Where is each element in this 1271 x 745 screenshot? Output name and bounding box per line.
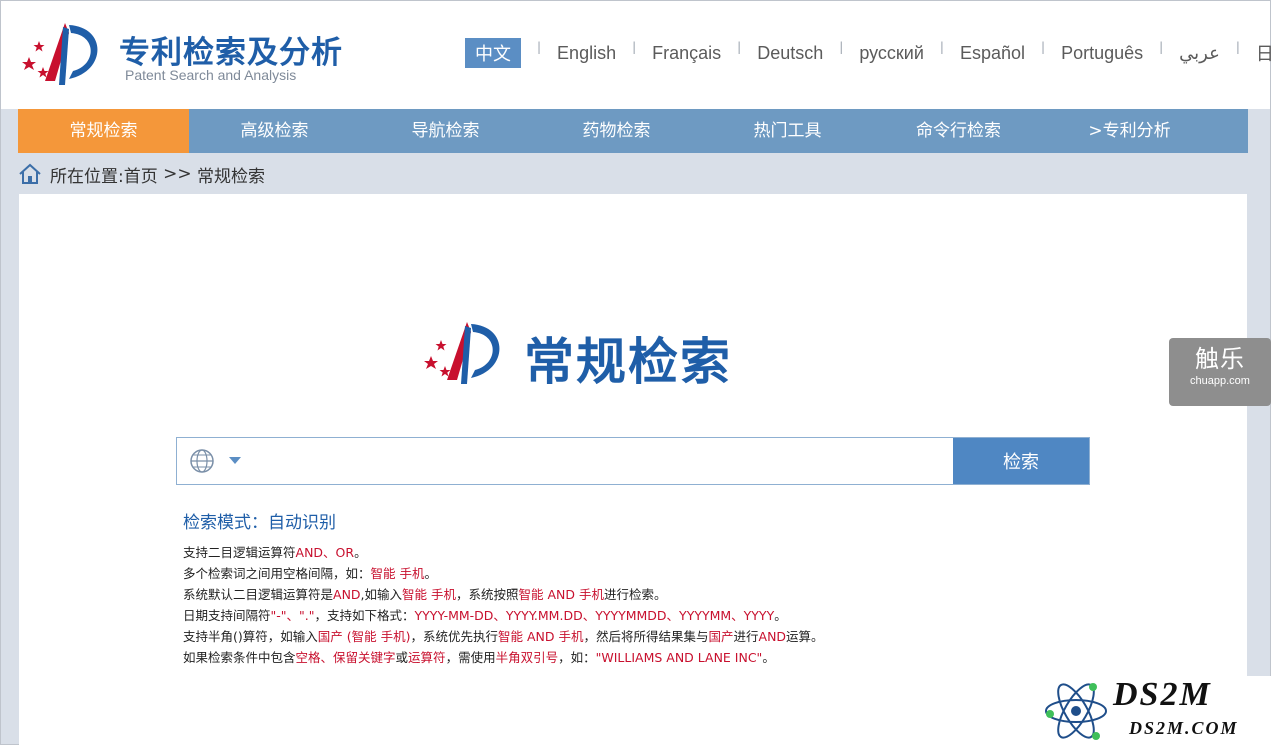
- language-switcher: 中文 | English | Français | Deutsch | русс…: [465, 38, 1271, 68]
- lang-zh[interactable]: 中文: [465, 38, 521, 68]
- breadcrumb-prefix: 所在位置:: [50, 166, 124, 187]
- nav-tab-advanced-search[interactable]: 高级检索: [189, 109, 360, 153]
- main-panel: 常规检索 检索 检索模式：自动识别 支持二目逻辑运算符AND、OR。 多个检索词…: [19, 194, 1247, 745]
- nav-tab-drug-search[interactable]: 药物检索: [531, 109, 702, 153]
- breadcrumb-separator: >>: [157, 164, 198, 184]
- site-logo[interactable]: [19, 19, 109, 89]
- tip-line: 多个检索词之间用空格间隔，如：智能 手机。: [183, 566, 438, 581]
- search-title: 常规检索: [524, 333, 732, 391]
- lang-fr[interactable]: Français: [636, 43, 737, 64]
- breadcrumb: 所在位置: 首页 >> 常规检索: [18, 160, 265, 188]
- site-title: 专利检索及分析: [119, 35, 343, 71]
- breadcrumb-home-link[interactable]: 首页: [124, 162, 158, 187]
- caret-down-icon: [229, 457, 241, 464]
- home-icon[interactable]: [18, 163, 42, 185]
- lang-en[interactable]: English: [541, 43, 632, 64]
- nav-tab-command-line-search[interactable]: 命令行检索: [873, 109, 1044, 153]
- tip-line: 支持二目逻辑运算符AND、OR。: [183, 545, 367, 560]
- chuapp-watermark-badge: 触乐 chuapp.com: [1169, 338, 1271, 406]
- tip-line: 日期支持间隔符"-"、"."，支持如下格式：YYYY-MM-DD、YYYY.MM…: [183, 608, 787, 623]
- globe-icon: [190, 449, 214, 473]
- tip-line: 系统默认二目逻辑运算符是AND,如输入智能 手机，系统按照智能 AND 手机进行…: [183, 587, 667, 602]
- lang-es[interactable]: Español: [944, 43, 1041, 64]
- main-nav: 常规检索 高级检索 导航检索 药物检索 热门工具 命令行检索 >专利分析: [18, 109, 1248, 153]
- watermark-big-text: DS2M: [1113, 676, 1212, 713]
- watermark-small-text: DS2M.COM: [1129, 718, 1239, 738]
- search-input[interactable]: [247, 438, 953, 484]
- nav-tab-regular-search[interactable]: 常规检索: [18, 109, 189, 153]
- tip-line: 支持半角()算符，如输入国产 (智能 手机)，系统优先执行智能 AND 手机，然…: [183, 629, 824, 644]
- lang-ru[interactable]: русский: [843, 43, 940, 64]
- lang-ar[interactable]: عربي: [1163, 43, 1236, 64]
- search-tips: 支持二目逻辑运算符AND、OR。 多个检索词之间用空格间隔，如：智能 手机。 系…: [183, 542, 824, 668]
- lang-ja[interactable]: 日本語: [1240, 40, 1271, 66]
- search-button[interactable]: 检索: [953, 438, 1089, 484]
- header: 专利检索及分析 Patent Search and Analysis 中文 | …: [1, 1, 1271, 109]
- nav-tab-popular-tools[interactable]: 热门工具: [702, 109, 873, 153]
- badge-url: chuapp.com: [1190, 375, 1250, 387]
- lang-pt[interactable]: Português: [1045, 43, 1159, 64]
- nav-tab-navigation-search[interactable]: 导航检索: [360, 109, 531, 153]
- tip-line: 如果检索条件中包含空格、保留关键字或运算符，需使用半角双引号，如："WILLIA…: [183, 650, 775, 665]
- search-mode-label: 检索模式：自动识别: [183, 513, 336, 533]
- badge-title: 触乐: [1195, 345, 1245, 373]
- site-subtitle: Patent Search and Analysis: [125, 67, 297, 83]
- search-bar: 检索: [176, 437, 1090, 485]
- lang-de[interactable]: Deutsch: [741, 43, 839, 64]
- language-dropdown[interactable]: [177, 438, 247, 484]
- ds2m-watermark: DS2M DS2M.COM: [1033, 676, 1271, 745]
- breadcrumb-current: 常规检索: [197, 166, 266, 187]
- nav-tab-patent-analysis[interactable]: >专利分析: [1044, 109, 1215, 153]
- search-logo: [424, 322, 500, 384]
- atom-logo-icon: [1045, 683, 1107, 740]
